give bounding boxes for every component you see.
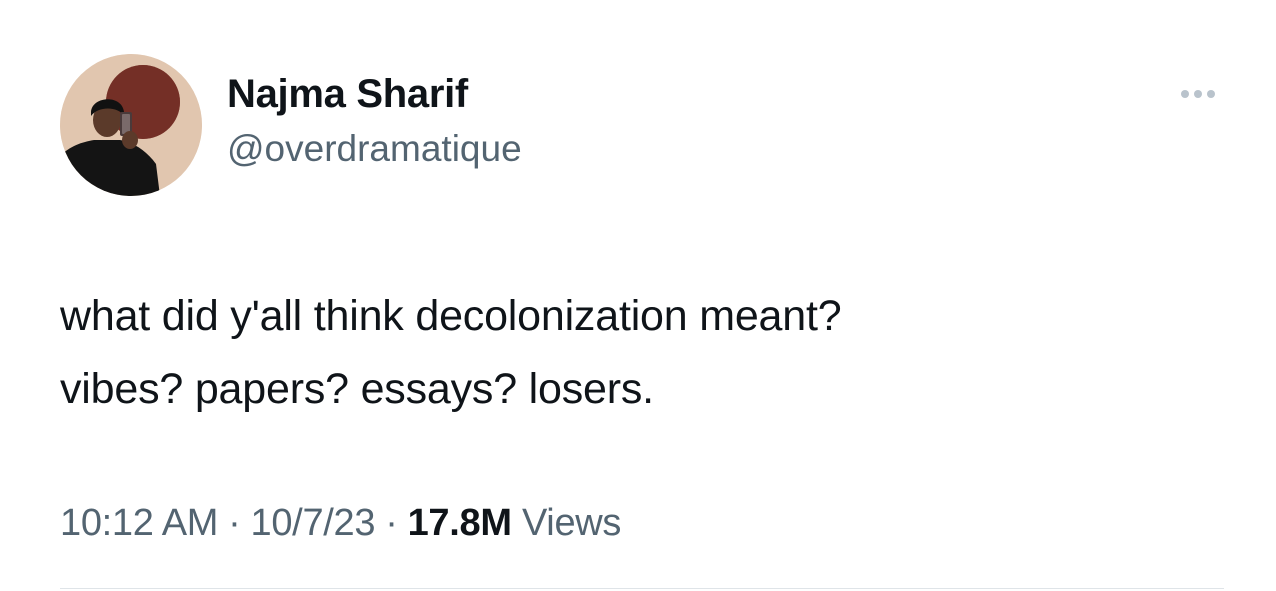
author-handle[interactable]: @overdramatique xyxy=(227,124,522,174)
more-horizontal-icon xyxy=(1181,90,1189,98)
tweet-text: what did y'all think decolonization mean… xyxy=(60,292,842,413)
more-options-button[interactable] xyxy=(1172,82,1224,106)
meta-separator: · xyxy=(385,502,398,544)
more-horizontal-icon-dot xyxy=(1207,90,1215,98)
views-label: Views xyxy=(521,502,622,544)
author-avatar[interactable] xyxy=(60,54,202,196)
meta-separator: · xyxy=(228,502,241,544)
tweet-metadata: 10:12 AM · 10/7/23 · 17.8M Views xyxy=(60,498,621,548)
more-horizontal-icon-dot xyxy=(1194,90,1202,98)
divider xyxy=(60,588,1224,589)
tweet-date[interactable]: 10/7/23 xyxy=(251,502,376,544)
tweet-time[interactable]: 10:12 AM xyxy=(60,502,218,544)
tweet-card: Najma Sharif @overdramatique what did y'… xyxy=(0,0,1276,591)
avatar-photo-image xyxy=(60,54,202,196)
views-count[interactable]: 17.8M xyxy=(408,502,512,544)
author-info: Najma Sharif @overdramatique xyxy=(227,66,522,174)
author-display-name[interactable]: Najma Sharif xyxy=(227,66,522,122)
